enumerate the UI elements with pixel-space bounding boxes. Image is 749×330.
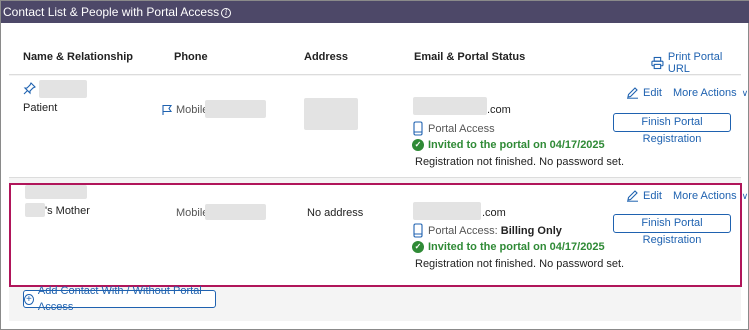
chevron-down-icon: ∨ [741, 87, 749, 98]
print-portal-url-link[interactable]: Print Portal URL [651, 51, 741, 75]
more-actions-menu[interactable]: More Actions ∨ [673, 190, 748, 202]
address-value: No address [307, 207, 364, 219]
portal-access-status: Portal Access: Billing Only [428, 225, 562, 237]
mobile-device-icon [413, 121, 423, 136]
portal-access-prefix: Portal Access: [428, 225, 501, 237]
email-suffix: .com [487, 104, 511, 116]
email-suffix: .com [482, 207, 506, 219]
edit-link[interactable]: Edit [626, 189, 662, 202]
flag-icon [162, 104, 173, 115]
redacted-email [413, 97, 487, 115]
portal-access-status: Portal Access [428, 123, 495, 135]
edit-label: Edit [643, 189, 662, 202]
contact-relationship: Patient [23, 102, 58, 114]
title-bar: Contact List & People with Portal Access… [1, 1, 749, 23]
header-name: Name & Relationship [23, 51, 134, 63]
check-circle-icon: ✓ [412, 139, 424, 151]
redacted-phone [205, 100, 266, 118]
add-contact-button[interactable]: + Add Contact With / Without Portal Acce… [23, 285, 216, 313]
invitation-text: Invited to the portal on 04/17/2025 [428, 139, 605, 151]
finish-portal-registration-button[interactable]: Finish Portal Registration [613, 214, 731, 246]
plus-circle-icon: + [24, 293, 34, 305]
page-title: Contact List & People with Portal Access [3, 5, 220, 19]
table-row: Patient Mobile: .com Portal Access ✓ Inv… [9, 76, 748, 178]
table-header: Name & Relationship Phone Address Email … [9, 31, 741, 75]
table-row-highlighted: 's Mother Mobile: No address .com Portal… [9, 183, 748, 287]
edit-label: Edit [643, 86, 662, 99]
redacted-phone [205, 204, 266, 220]
pencil-icon [627, 87, 638, 99]
info-icon[interactable]: i [221, 8, 232, 18]
contact-list-window: Contact List & People with Portal Access… [0, 0, 749, 330]
more-actions-menu[interactable]: More Actions ∨ [673, 87, 748, 99]
pencil-icon [627, 190, 638, 202]
printer-icon [651, 56, 664, 70]
edit-link[interactable]: Edit [626, 86, 662, 99]
header-phone: Phone [174, 51, 208, 63]
mobile-device-icon [413, 223, 423, 238]
invitation-status: ✓ Invited to the portal on 04/17/2025 [412, 139, 605, 151]
header-address: Address [304, 51, 349, 63]
registration-status: Registration not finished. No password s… [415, 258, 625, 270]
more-actions-label: More Actions [673, 190, 737, 202]
invitation-text: Invited to the portal on 04/17/2025 [428, 241, 605, 253]
chevron-down-icon: ∨ [741, 190, 749, 201]
redacted-address [304, 98, 358, 130]
header-email: Email & Portal Status [414, 51, 526, 63]
pin-icon [23, 82, 36, 95]
invitation-status: ✓ Invited to the portal on 04/17/2025 [412, 241, 605, 253]
contact-table: Name & Relationship Phone Address Email … [9, 31, 748, 321]
print-portal-url-label: Print Portal URL [667, 51, 723, 75]
registration-status: Registration not finished. No password s… [415, 156, 625, 168]
finish-portal-registration-button[interactable]: Finish Portal Registration [613, 113, 731, 145]
add-contact-label: Add Contact With / Without Portal Access [37, 285, 202, 313]
redacted-name-prefix [25, 203, 45, 217]
redacted-email [413, 202, 481, 220]
portal-access-level: Billing Only [500, 225, 562, 237]
redacted-name [39, 80, 87, 98]
contact-relationship: 's Mother [45, 205, 90, 217]
more-actions-label: More Actions [673, 87, 737, 99]
check-circle-icon: ✓ [412, 241, 424, 253]
redacted-name [25, 185, 87, 199]
